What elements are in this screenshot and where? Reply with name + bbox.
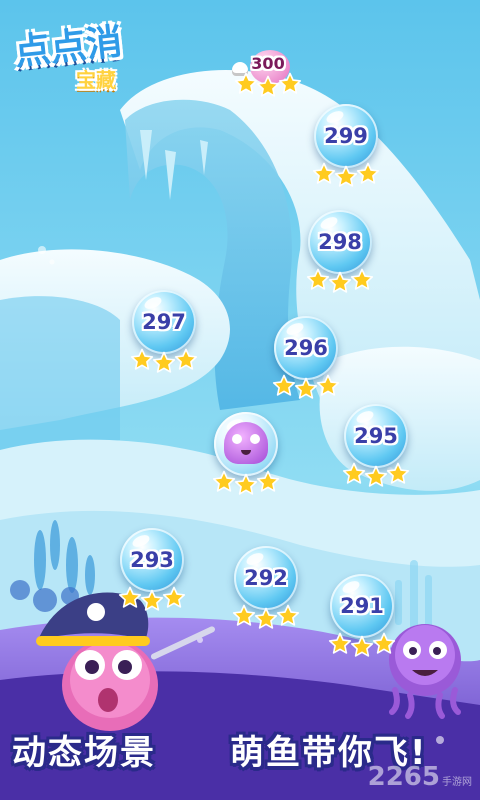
- level-node[interactable]: 297: [124, 290, 204, 382]
- star-icon: [140, 589, 164, 611]
- star-icon: [254, 607, 278, 629]
- star-icon: [334, 165, 358, 187]
- star-icon: [234, 72, 258, 94]
- star-icon: [232, 604, 256, 626]
- game-logo: 点点消 宝藏: [13, 14, 144, 94]
- level-number: 291: [340, 594, 384, 618]
- level-node[interactable]: 299: [306, 104, 386, 196]
- level-stars: [226, 604, 306, 634]
- level-node[interactable]: 293: [112, 528, 192, 620]
- star-icon: [212, 470, 236, 492]
- level-stars: [266, 374, 346, 404]
- level-number: 295: [354, 424, 398, 448]
- star-icon: [364, 465, 388, 487]
- star-icon: [256, 470, 280, 492]
- level-node[interactable]: 296: [266, 316, 346, 408]
- caption-left: 动态场景: [12, 733, 156, 773]
- level-stars: [322, 632, 402, 662]
- level-number: 300: [251, 54, 285, 73]
- star-icon: [272, 374, 296, 396]
- star-icon: [316, 374, 340, 396]
- level-number: 293: [130, 548, 174, 572]
- star-icon: [350, 635, 374, 657]
- star-icon: [342, 462, 366, 484]
- star-icon: [312, 162, 336, 184]
- star-icon: [386, 462, 410, 484]
- level-node[interactable]: 295: [336, 404, 416, 496]
- level-node[interactable]: 292: [226, 546, 306, 638]
- level-number: 296: [284, 336, 328, 360]
- star-icon: [350, 268, 374, 290]
- star-icon: [256, 75, 280, 97]
- level-number: 292: [244, 566, 288, 590]
- star-icon: [294, 377, 318, 399]
- level-stars: [228, 72, 308, 102]
- star-icon: [328, 271, 352, 293]
- watermark-brand: 2265: [367, 762, 440, 792]
- star-icon: [276, 604, 300, 626]
- level-node[interactable]: 291: [322, 574, 402, 666]
- level-stars: [206, 470, 286, 500]
- star-icon: [162, 586, 186, 608]
- star-icon: [278, 72, 302, 94]
- level-stars: [336, 462, 416, 492]
- star-icon: [130, 348, 154, 370]
- level-stars: [306, 162, 386, 192]
- level-number: 299: [324, 124, 368, 148]
- level-node[interactable]: 298: [300, 210, 380, 302]
- logo-subtitle: 宝藏: [76, 68, 116, 92]
- jellyfish-icon: [224, 422, 268, 464]
- level-node[interactable]: [206, 412, 286, 504]
- level-stars: [124, 348, 204, 378]
- level-stars: [112, 586, 192, 616]
- star-icon: [328, 632, 352, 654]
- watermark: 2265 手游网: [368, 762, 472, 792]
- star-icon: [356, 162, 380, 184]
- level-number: 297: [142, 310, 186, 334]
- level-number: 298: [318, 230, 362, 254]
- star-icon: [118, 586, 142, 608]
- star-icon: [234, 473, 258, 495]
- star-icon: [306, 268, 330, 290]
- level-stars: [300, 268, 380, 298]
- level-node[interactable]: 300: [228, 44, 308, 136]
- star-icon: [174, 348, 198, 370]
- watermark-label: 手游网: [442, 777, 472, 788]
- star-icon: [152, 351, 176, 373]
- star-icon: [372, 632, 396, 654]
